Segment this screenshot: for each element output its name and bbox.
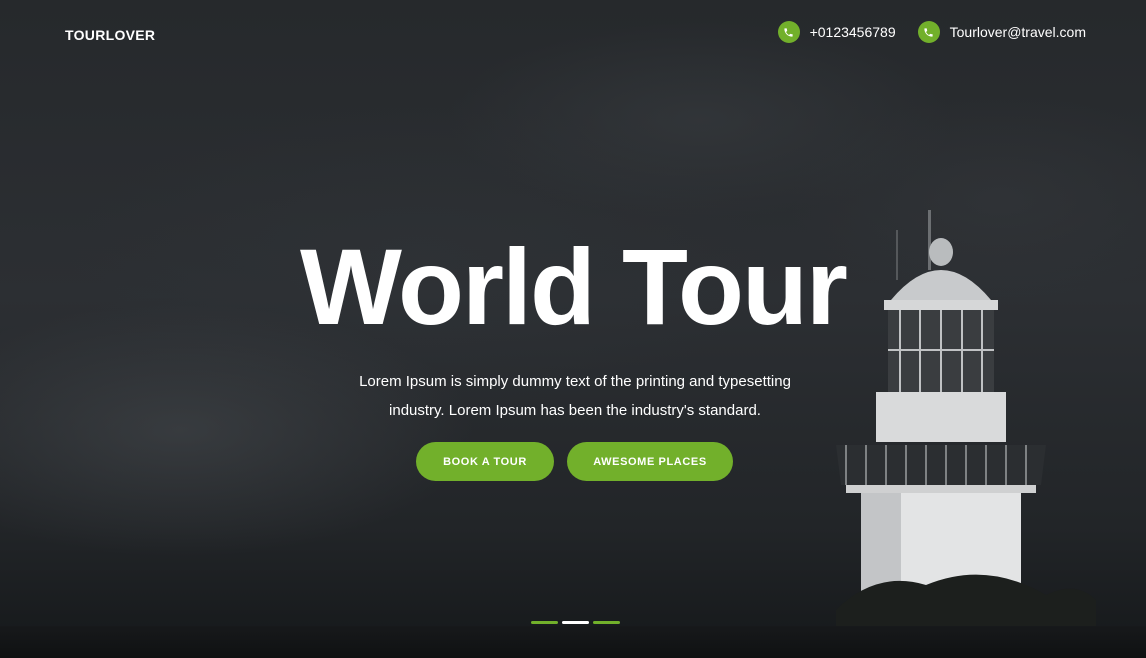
hero-buttons: BOOK A TOUR AWESOME PLACES xyxy=(0,442,1146,481)
header-contacts: +0123456789 Tourlover@travel.com xyxy=(777,21,1086,43)
email-contact[interactable]: Tourlover@travel.com xyxy=(917,21,1086,43)
email-address: Tourlover@travel.com xyxy=(949,24,1086,40)
brand-logo[interactable]: TOURLOVER xyxy=(65,27,155,43)
hero-title: World Tour xyxy=(300,226,848,347)
slider-dot-2[interactable] xyxy=(562,621,589,624)
slider-dot-3[interactable] xyxy=(593,621,620,624)
slider-dot-1[interactable] xyxy=(531,621,558,624)
phone-contact[interactable]: +0123456789 xyxy=(777,21,896,43)
phone-icon xyxy=(777,21,800,43)
slider-pagination xyxy=(531,621,620,624)
awesome-places-button[interactable]: AWESOME PLACES xyxy=(567,442,733,481)
phone-icon xyxy=(917,21,940,43)
hero-subtitle: Lorem Ipsum is simply dummy text of the … xyxy=(359,373,791,419)
book-tour-button[interactable]: BOOK A TOUR xyxy=(416,442,554,481)
sea-horizon xyxy=(0,626,1146,658)
phone-number: +0123456789 xyxy=(809,24,896,40)
